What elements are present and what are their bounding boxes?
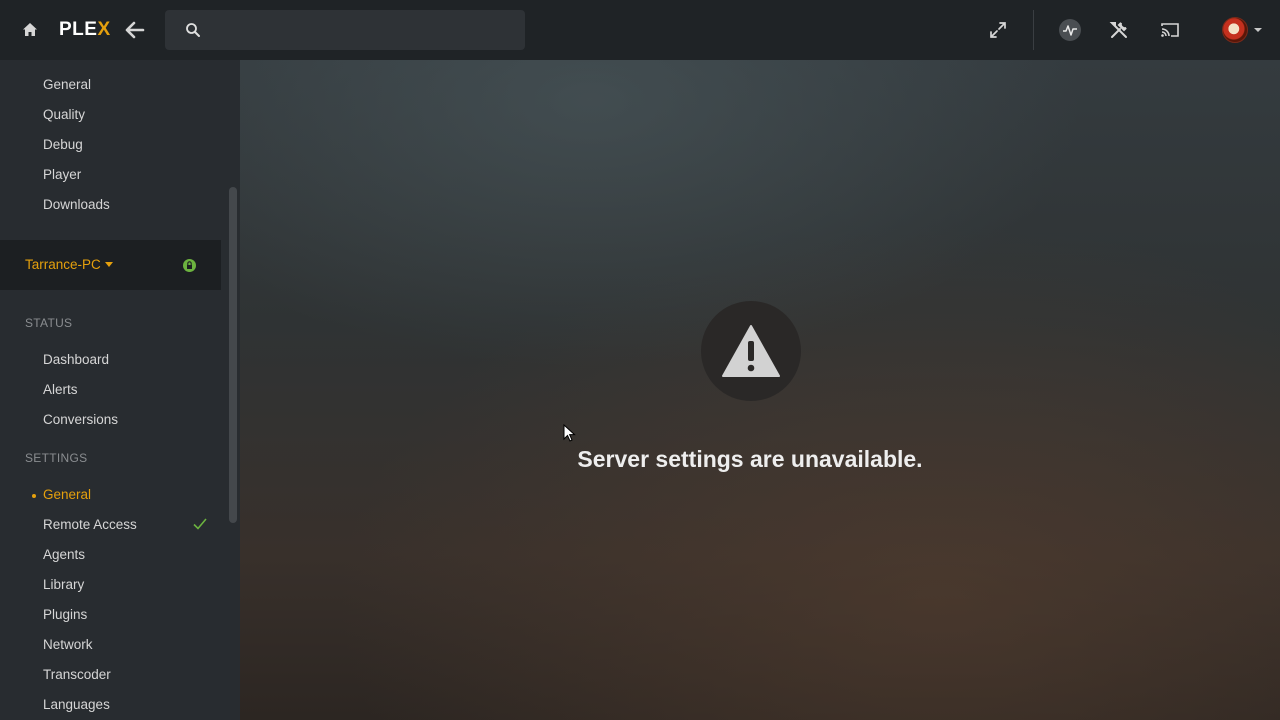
sidebar-item-general[interactable]: General <box>43 77 91 92</box>
settings-section-header: SETTINGS <box>25 451 88 465</box>
search-bar[interactable] <box>165 10 525 50</box>
logo-accent: X <box>97 19 111 40</box>
cast-icon <box>1161 23 1179 37</box>
status-section-header: STATUS <box>25 316 73 330</box>
sidebar-item-downloads[interactable]: Downloads <box>43 197 110 212</box>
plex-logo[interactable]: PLEX <box>59 19 111 41</box>
sidebar-item-dashboard[interactable]: Dashboard <box>43 352 109 367</box>
back-arrow-icon <box>125 21 145 39</box>
search-icon <box>186 23 200 37</box>
avatar[interactable] <box>1222 17 1248 43</box>
caret-down-icon <box>105 262 113 267</box>
sidebar-item-settings-general[interactable]: General <box>43 487 91 502</box>
active-indicator <box>32 494 36 498</box>
settings-button[interactable] <box>1107 18 1131 42</box>
warning-badge <box>701 301 801 401</box>
warning-icon <box>722 325 780 377</box>
sidebar-item-plugins[interactable]: Plugins <box>43 607 87 622</box>
home-button[interactable] <box>18 18 42 42</box>
sidebar-item-library[interactable]: Library <box>43 577 84 592</box>
sidebar-item-debug[interactable]: Debug <box>43 137 83 152</box>
error-message: Server settings are unavailable. <box>577 446 923 472</box>
mouse-cursor <box>563 424 576 442</box>
activity-icon <box>1063 25 1077 36</box>
main-content: Server settings are unavailable. <box>240 60 1280 720</box>
toolbar-divider <box>1033 10 1034 50</box>
cast-button[interactable] <box>1158 18 1182 42</box>
sidebar-scrollbar[interactable] <box>229 187 237 523</box>
sidebar-item-alerts[interactable]: Alerts <box>43 382 78 397</box>
server-selector[interactable]: Tarrance-PC <box>0 240 221 290</box>
activity-button[interactable] <box>1059 19 1081 41</box>
top-bar: PLEX <box>0 0 1280 60</box>
sidebar-item-quality[interactable]: Quality <box>43 107 85 122</box>
sidebar-item-conversions[interactable]: Conversions <box>43 412 118 427</box>
logo-text: PLE <box>59 19 98 40</box>
sidebar-item-network[interactable]: Network <box>43 637 93 652</box>
sidebar-item-transcoder[interactable]: Transcoder <box>43 667 111 682</box>
sidebar-item-player[interactable]: Player <box>43 167 81 182</box>
settings-tools-icon <box>1109 22 1127 38</box>
sidebar-item-languages[interactable]: Languages <box>43 697 110 712</box>
server-name: Tarrance-PC <box>25 257 101 272</box>
fullscreen-icon <box>990 22 1006 38</box>
back-button[interactable] <box>123 18 147 42</box>
sidebar-item-remote-access[interactable]: Remote Access <box>43 517 137 532</box>
search-input[interactable] <box>211 22 511 38</box>
sidebar-item-agents[interactable]: Agents <box>43 547 85 562</box>
check-icon <box>193 518 207 530</box>
lock-icon <box>183 259 196 272</box>
fullscreen-button[interactable] <box>986 18 1010 42</box>
home-icon <box>23 23 37 36</box>
sidebar: General Quality Debug Player Downloads T… <box>0 60 240 720</box>
caret-down-icon[interactable] <box>1254 26 1262 34</box>
